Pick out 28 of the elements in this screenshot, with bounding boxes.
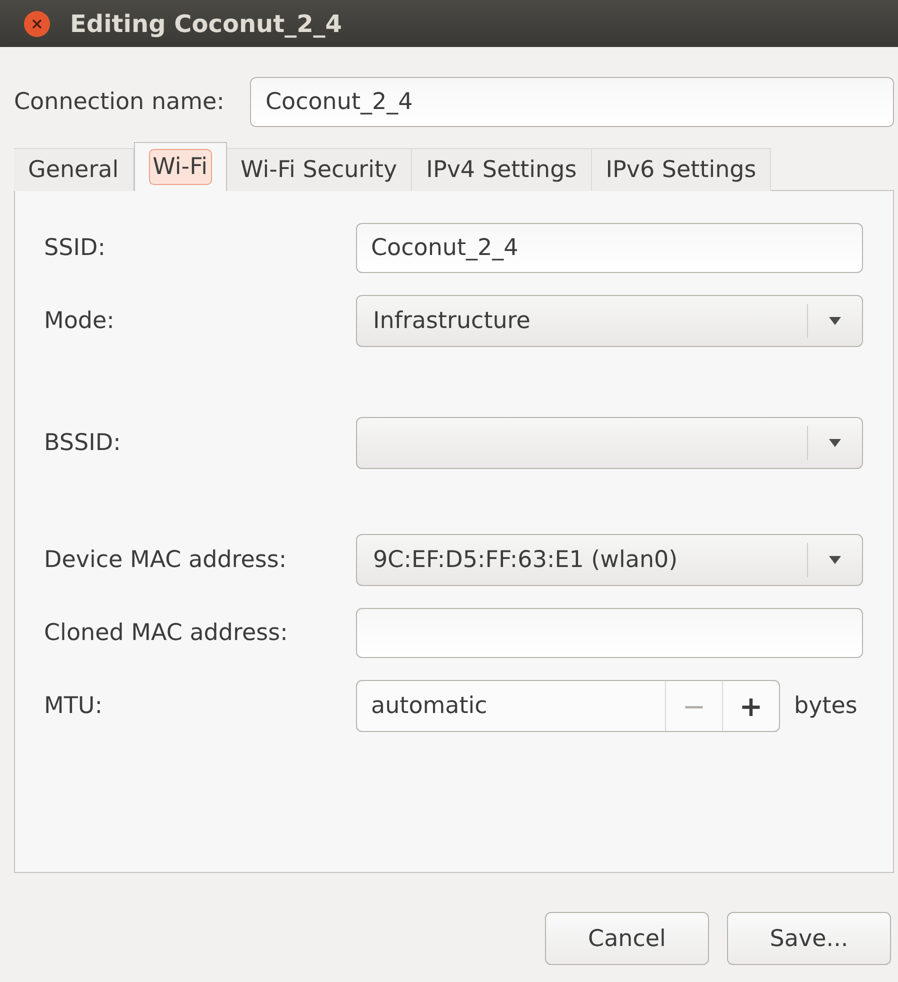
field-label: MTU: <box>44 693 104 719</box>
dialog-button[interactable]: Save... <box>727 912 891 965</box>
close-button[interactable] <box>24 10 50 36</box>
caret-icon <box>829 317 841 325</box>
tab[interactable]: General <box>14 148 134 191</box>
dialog-button[interactable]: Cancel <box>545 912 709 965</box>
tab[interactable]: IPv4 Settings <box>412 148 592 191</box>
window-title: Editing Coconut_2_4 <box>70 10 342 38</box>
unit-label: bytes <box>794 693 858 719</box>
text-field[interactable]: Coconut_2_4 <box>250 77 894 127</box>
field-label: SSID: <box>44 235 106 261</box>
dropdown[interactable]: 9C:EF:D5:FF:63:E1 (wlan0) <box>356 534 863 586</box>
field-label: Device MAC address: <box>44 547 288 573</box>
dropdown[interactable] <box>356 417 863 469</box>
field-label: Cloned MAC address: <box>44 620 289 646</box>
tab[interactable]: Wi-Fi <box>134 142 227 191</box>
tab[interactable]: Wi-Fi Security <box>226 148 412 191</box>
text-field[interactable]: Coconut_2_4 <box>356 223 863 273</box>
close-icon <box>32 18 42 28</box>
tab[interactable]: IPv6 Settings <box>592 148 772 191</box>
field-label: BSSID: <box>44 430 122 456</box>
field-label: Connection name: <box>14 89 224 115</box>
dropdown[interactable]: Infrastructure <box>356 295 863 347</box>
text-field[interactable] <box>356 608 863 658</box>
caret-icon <box>829 439 841 447</box>
field-label: Mode: <box>44 308 116 334</box>
increment-button[interactable]: + <box>722 681 779 731</box>
caret-icon <box>829 556 841 564</box>
